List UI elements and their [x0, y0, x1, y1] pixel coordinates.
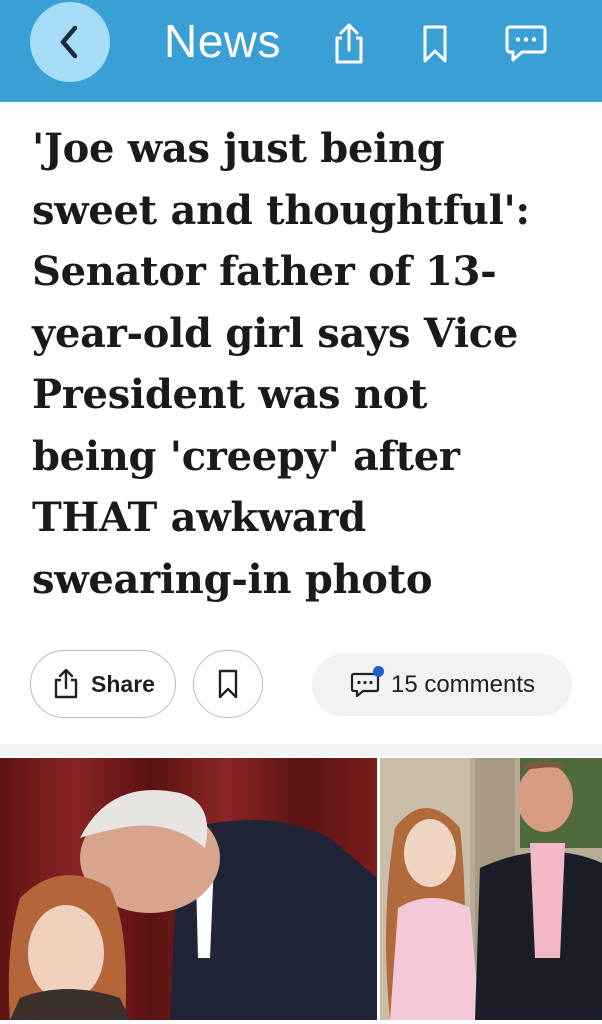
- top-nav-bar: News: [0, 0, 602, 102]
- bookmark-button[interactable]: [193, 650, 263, 718]
- comments-header-button[interactable]: [504, 22, 548, 66]
- bookmark-header-button[interactable]: [413, 22, 457, 66]
- back-icon: [60, 25, 78, 59]
- article-headline: 'Joe was just being sweet and thoughtful…: [32, 118, 582, 610]
- headline-line: Senator father of 13-: [32, 248, 497, 295]
- photo-right-illustration: [380, 758, 602, 1020]
- bookmark-icon: [423, 25, 447, 63]
- headline-line: 'Joe was just being: [32, 125, 445, 172]
- unread-dot: [372, 666, 384, 677]
- headline-line: sweet and thoughtful':: [32, 186, 530, 234]
- comments-count: 15 comments: [390, 671, 536, 698]
- bookmark-icon: [218, 669, 238, 699]
- comment-icon-wrap: [349, 666, 384, 700]
- headline-line: swearing-in photo: [32, 555, 433, 603]
- comments-button[interactable]: 15 comments: [312, 654, 572, 716]
- share-label: Share: [91, 670, 155, 697]
- share-header-button[interactable]: [327, 22, 371, 66]
- back-button[interactable]: [30, 2, 110, 82]
- headline-line: President was not: [32, 371, 428, 418]
- comment-icon: [505, 25, 547, 62]
- share-icon: [335, 23, 363, 64]
- share-icon: [54, 668, 78, 699]
- article-photo-right[interactable]: [380, 758, 602, 1020]
- article-actions: Share 15 comments: [0, 650, 602, 722]
- headline-line: THAT awkward: [32, 494, 366, 541]
- share-button[interactable]: Share: [30, 650, 176, 718]
- headline-line: year-old girl says Vice: [32, 309, 518, 357]
- headline-line: being 'creepy' after: [32, 432, 460, 480]
- app-title: News: [164, 15, 282, 67]
- article-photo-left[interactable]: [0, 758, 377, 1020]
- section-divider: [0, 744, 602, 756]
- photo-left-illustration: [0, 758, 377, 1020]
